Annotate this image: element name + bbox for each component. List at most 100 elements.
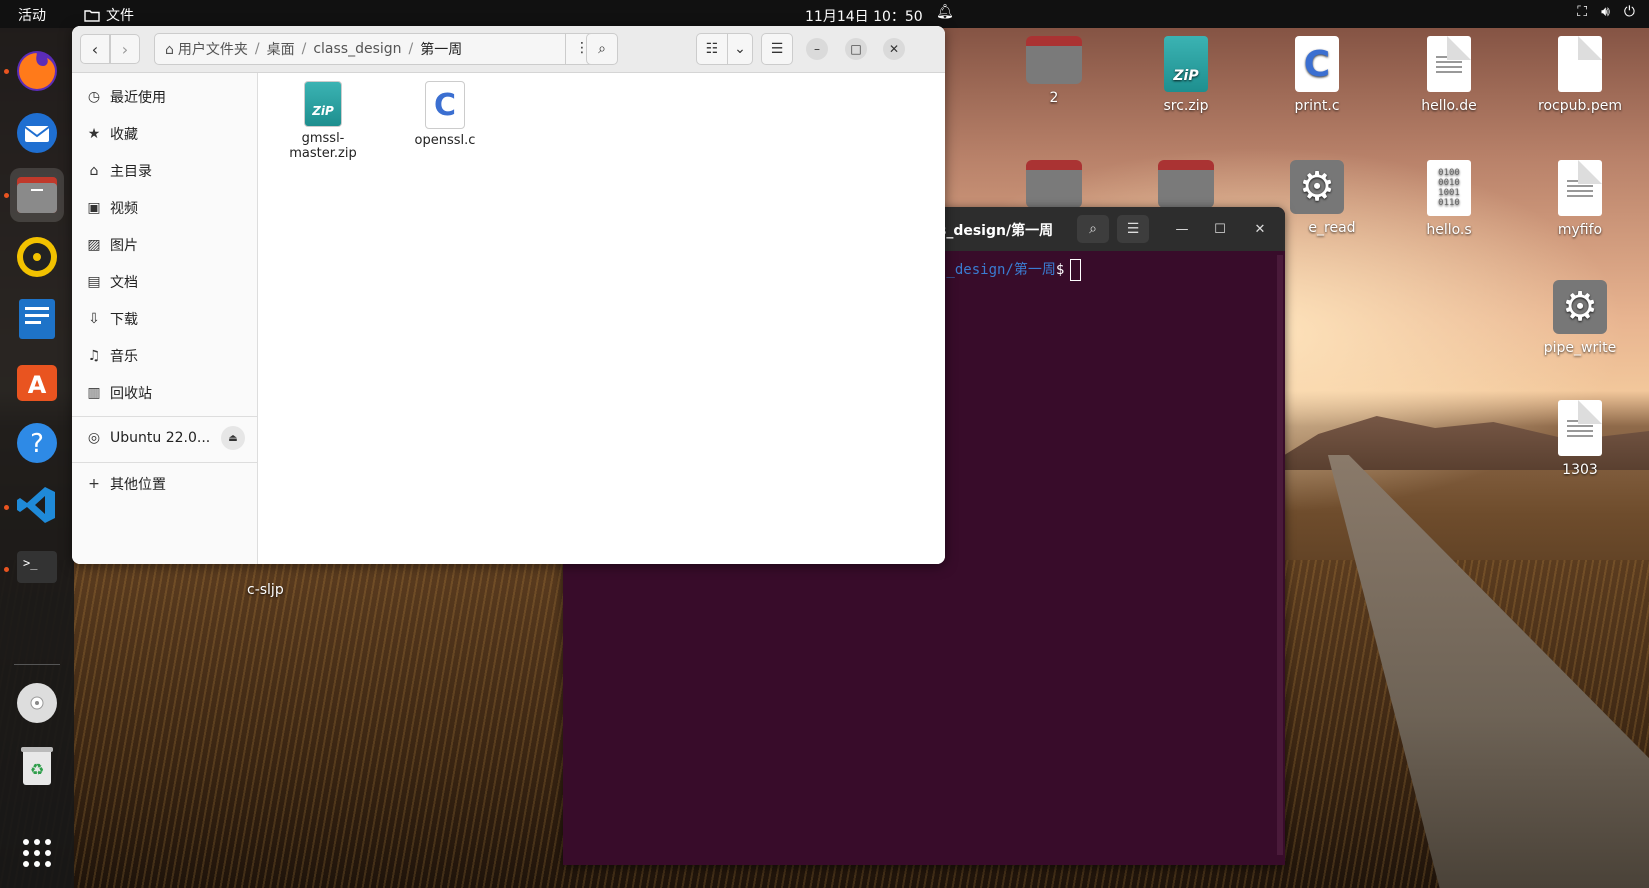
sidebar-item-music[interactable]: ♫ 音乐 <box>84 341 249 371</box>
text-file-icon <box>1427 36 1471 92</box>
sidebar-item-videos[interactable]: ▣ 视频 <box>84 193 249 223</box>
dock-files[interactable] <box>10 168 64 222</box>
home-icon: ⌂ <box>165 42 174 58</box>
path-bar-divider <box>565 34 566 64</box>
desktop-icon-src-zip[interactable]: ZiP src.zip <box>1126 36 1246 114</box>
breadcrumb-current[interactable]: 第一周 <box>413 39 469 59</box>
dock-rhythmbox[interactable] <box>10 230 64 284</box>
sidebar-item-label: 视频 <box>110 201 138 217</box>
network-icon[interactable]: ⛶ <box>1577 4 1587 20</box>
places-sidebar: ◷ 最近使用 ★ 收藏 ⌂ 主目录 ▣ 视频 ▨ 图片 ▤ 文档 ⇩ 下载 ♫ <box>72 73 258 564</box>
sidebar-item-other-locations[interactable]: + 其他位置 <box>84 469 249 499</box>
dock-vscode[interactable] <box>10 478 64 532</box>
trash-icon: ▥ <box>87 385 101 401</box>
chevron-left-icon: ‹ <box>91 39 99 59</box>
dock-writer[interactable] <box>10 292 64 346</box>
close-icon: ✕ <box>888 42 900 56</box>
back-button[interactable]: ‹ <box>80 34 110 64</box>
disc-icon <box>17 683 57 723</box>
system-tray[interactable]: ⛶ 🔊︎ ⏻ <box>1577 4 1635 20</box>
terminal-menu-button[interactable]: ☰ <box>1117 215 1149 243</box>
desktop-icon-home-folder[interactable] <box>1126 160 1246 214</box>
desktop-icon-folder[interactable] <box>994 160 1114 214</box>
breadcrumb-desktop[interactable]: 桌面 <box>260 39 302 59</box>
clock[interactable]: 11月14日 10：50 <box>805 6 923 26</box>
desktop-icon-pipe-write[interactable]: ⚙ pipe_write <box>1520 280 1640 356</box>
document-icon: ▤ <box>87 274 101 290</box>
terminal-search-button[interactable]: ⌕ <box>1077 215 1109 243</box>
terminal-icon: >_ <box>17 551 57 583</box>
maximize-button[interactable]: ☐ <box>1209 218 1231 240</box>
forward-button[interactable]: › <box>110 34 140 64</box>
desktop-icon-1303[interactable]: 1303 <box>1520 400 1640 478</box>
breadcrumb-home[interactable]: ⌂ 用户文件夹 <box>155 39 255 59</box>
search-button[interactable]: ⌕ <box>586 33 618 65</box>
main-menu-button[interactable]: ☰ <box>761 33 793 65</box>
music-note-icon: ♫ <box>87 348 101 364</box>
minimize-icon: – <box>814 42 820 56</box>
minimize-button[interactable]: — <box>1171 218 1193 240</box>
desktop-icon-hello-de[interactable]: hello.de <box>1389 36 1509 114</box>
desktop-icon-hello-s[interactable]: 0100 0010 1001 0110 hello.s <box>1389 160 1509 238</box>
files-window[interactable]: ‹ › ⌂ 用户文件夹 / 桌面 / class_design / 第一周 ⋮ ⌕… <box>72 26 945 564</box>
path-bar[interactable]: ⌂ 用户文件夹 / 桌面 / class_design / 第一周 ⋮ <box>154 33 598 65</box>
sidebar-item-label: 收藏 <box>110 127 138 143</box>
close-button[interactable]: ✕ <box>1249 218 1271 240</box>
sidebar-item-trash[interactable]: ▥ 回收站 <box>84 378 249 408</box>
file-view[interactable]: ZiP gmssl- master.zip C openssl.c <box>258 73 945 564</box>
sidebar-item-pictures[interactable]: ▨ 图片 <box>84 230 249 260</box>
file-name: gmssl- master.zip <box>289 131 357 161</box>
dock-terminal[interactable]: >_ <box>10 540 64 594</box>
dock-show-apps[interactable] <box>10 826 64 880</box>
text-file-icon <box>1558 400 1602 456</box>
terminal-prompt[interactable]: s_design/第一周$ <box>938 259 1082 281</box>
dock-thunderbird[interactable] <box>10 106 64 160</box>
maximize-icon: □ <box>850 42 862 56</box>
prompt-symbol: $ <box>1055 262 1065 278</box>
dock-trash[interactable]: ♻ <box>10 738 64 792</box>
maximize-icon: ☐ <box>1214 221 1226 237</box>
dock-firefox[interactable] <box>10 44 64 98</box>
activities-button[interactable]: 活动 <box>18 5 46 25</box>
folder-icon <box>84 9 100 22</box>
sidebar-item-label: 图片 <box>110 238 138 254</box>
file-item-openssl-c[interactable]: C openssl.c <box>400 81 490 148</box>
desktop-icon-rocpub-pem[interactable]: rocpub.pem <box>1520 36 1640 114</box>
sidebar-item-documents[interactable]: ▤ 文档 <box>84 267 249 297</box>
terminal-scrollbar[interactable] <box>1277 255 1283 855</box>
volume-icon[interactable]: 🔊︎ <box>1601 4 1610 20</box>
desktop-icon-myfifo[interactable]: myfifo <box>1520 160 1640 238</box>
bell-icon[interactable]: 🔔︎ <box>936 4 954 20</box>
breadcrumb-class-design[interactable]: class_design <box>306 41 408 57</box>
files-icon <box>17 177 57 213</box>
sidebar-item-label: 最近使用 <box>110 90 166 106</box>
dock: A ? >_ ♻ <box>0 28 74 888</box>
sidebar-item-starred[interactable]: ★ 收藏 <box>84 119 249 149</box>
eject-icon: ⏏ <box>228 432 238 444</box>
dock-software[interactable]: A <box>10 354 64 408</box>
desktop-icon-print-c[interactable]: C print.c <box>1257 36 1377 114</box>
app-menu[interactable]: 文件 <box>84 5 134 25</box>
close-button[interactable]: ✕ <box>883 38 905 60</box>
dock-help[interactable]: ? <box>10 416 64 470</box>
sidebar-item-recent[interactable]: ◷ 最近使用 <box>84 82 249 112</box>
file-item-gmssl-master-zip[interactable]: ZiP gmssl- master.zip <box>278 81 368 161</box>
hamburger-icon: ☰ <box>1126 221 1140 237</box>
sidebar-item-home[interactable]: ⌂ 主目录 <box>84 156 249 186</box>
view-list-button[interactable]: ☷ <box>696 33 728 65</box>
search-icon: ⌕ <box>598 41 606 57</box>
desktop-icon-label: rocpub.pem <box>1538 98 1622 114</box>
text-file-icon <box>1558 160 1602 216</box>
desktop-icon-label[interactable]: c-sljp <box>247 582 284 598</box>
power-icon[interactable]: ⏻ <box>1624 4 1635 20</box>
desktop-icon-2[interactable]: 2 <box>994 36 1114 106</box>
dock-dvd[interactable] <box>10 676 64 730</box>
svg-text:A: A <box>28 371 47 399</box>
folder-icon <box>1026 36 1082 84</box>
minimize-button[interactable]: – <box>806 38 828 60</box>
files-headerbar[interactable]: ‹ › ⌂ 用户文件夹 / 桌面 / class_design / 第一周 ⋮ ⌕… <box>72 26 945 73</box>
eject-button[interactable]: ⏏ <box>221 426 245 450</box>
sidebar-item-downloads[interactable]: ⇩ 下载 <box>84 304 249 334</box>
maximize-button[interactable]: □ <box>845 38 867 60</box>
view-options-button[interactable]: ⌄ <box>727 33 753 65</box>
